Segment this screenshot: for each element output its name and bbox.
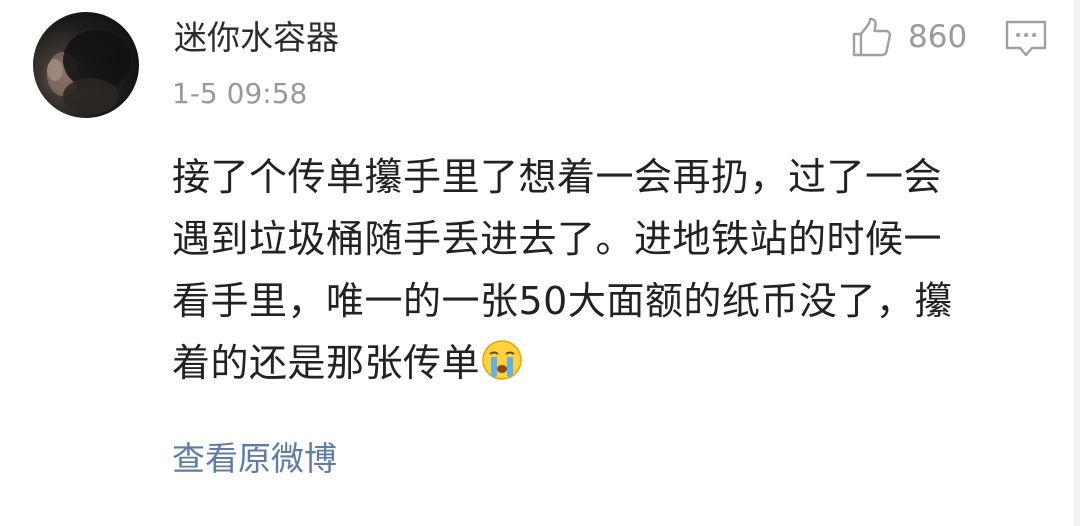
scrollbar[interactable] — [1074, 0, 1080, 526]
comment-text-line: 看手里，唯一的一张50大面额的纸币没了，攥 — [172, 279, 953, 323]
avatar-image — [47, 30, 131, 114]
comment-text-line-last: 着的还是那张传单 — [172, 332, 1052, 394]
comment-text-line: 遇到垃圾桶随手丢进去了。进地铁站的时候一 — [172, 217, 943, 261]
crying-face-icon — [482, 340, 522, 380]
comment-text-line: 接了个传单攥手里了想着一会再扔，过了一会 — [172, 155, 943, 199]
avatar[interactable] — [33, 12, 139, 118]
timestamp: 1-5 09:58 — [172, 77, 308, 110]
username[interactable]: 迷你水容器 — [174, 16, 339, 60]
comment-text-segment: 着的还是那张传单 — [172, 341, 481, 385]
like-button[interactable]: 860 — [850, 14, 967, 60]
view-original-link[interactable]: 查看原微博 — [172, 436, 337, 482]
thumbs-up-icon — [852, 17, 892, 57]
like-count: 860 — [908, 19, 968, 55]
comment-text: 接了个传单攥手里了想着一会再扔，过了一会 遇到垃圾桶随手丢进去了。进地铁站的时候… — [172, 146, 1052, 394]
comment-button[interactable] — [1004, 16, 1048, 60]
comment-bubble-icon — [1005, 20, 1047, 57]
